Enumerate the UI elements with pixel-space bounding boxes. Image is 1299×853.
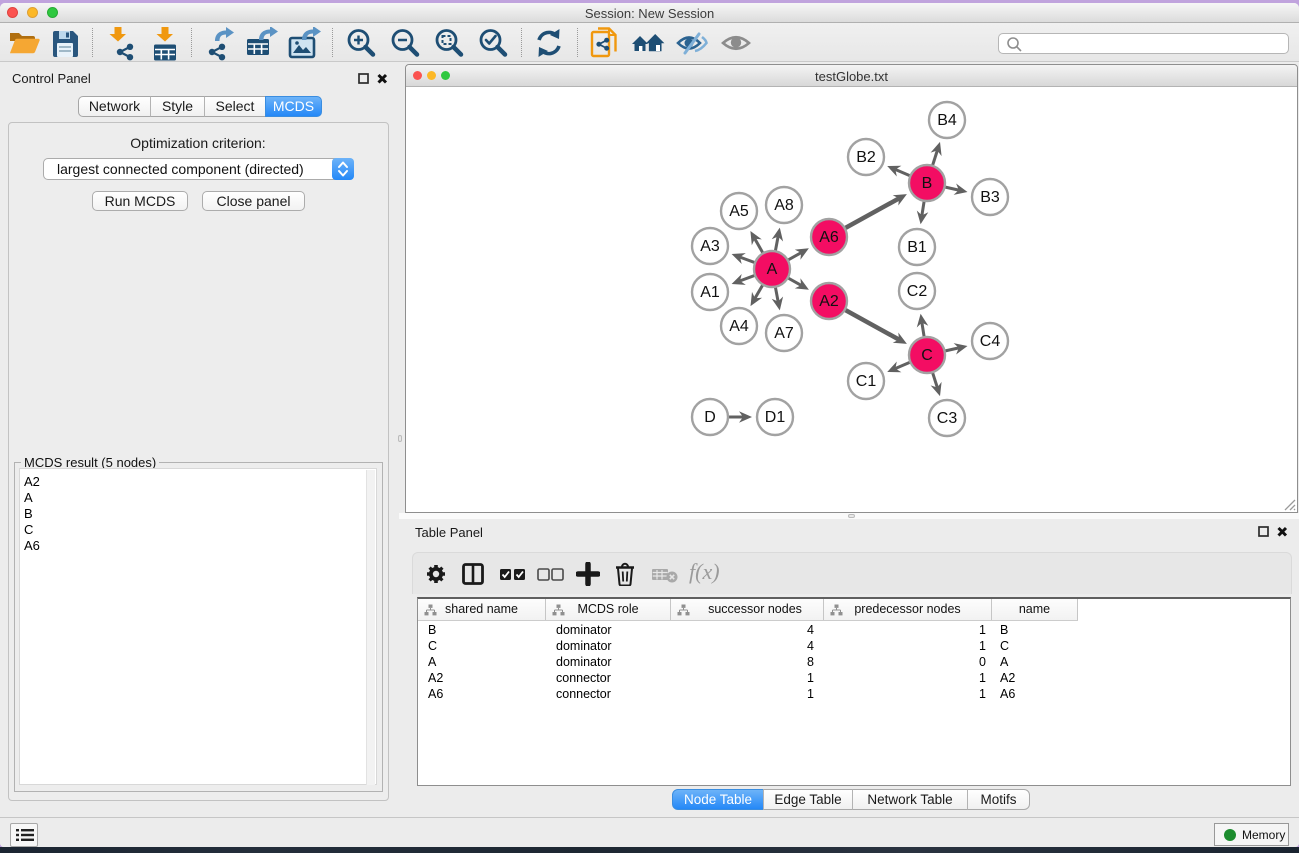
svg-text:D1: D1 [765, 409, 786, 426]
svg-text:B3: B3 [980, 189, 1000, 206]
svg-text:B: B [922, 175, 933, 192]
svg-text:C4: C4 [980, 333, 1001, 350]
svg-text:B1: B1 [907, 239, 927, 256]
svg-text:A8: A8 [774, 197, 794, 214]
svg-text:A: A [767, 261, 778, 278]
svg-text:A6: A6 [819, 229, 839, 246]
svg-text:C: C [921, 347, 933, 364]
svg-text:A2: A2 [819, 293, 839, 310]
svg-text:B4: B4 [937, 112, 957, 129]
svg-text:B2: B2 [856, 149, 876, 166]
svg-text:A7: A7 [774, 325, 794, 342]
svg-text:C3: C3 [937, 410, 958, 427]
svg-text:D: D [704, 409, 716, 426]
svg-text:A1: A1 [700, 284, 720, 301]
svg-text:A3: A3 [700, 238, 720, 255]
svg-text:A5: A5 [729, 203, 749, 220]
svg-text:A4: A4 [729, 318, 749, 335]
svg-text:C1: C1 [856, 373, 877, 390]
svg-text:C2: C2 [907, 283, 928, 300]
